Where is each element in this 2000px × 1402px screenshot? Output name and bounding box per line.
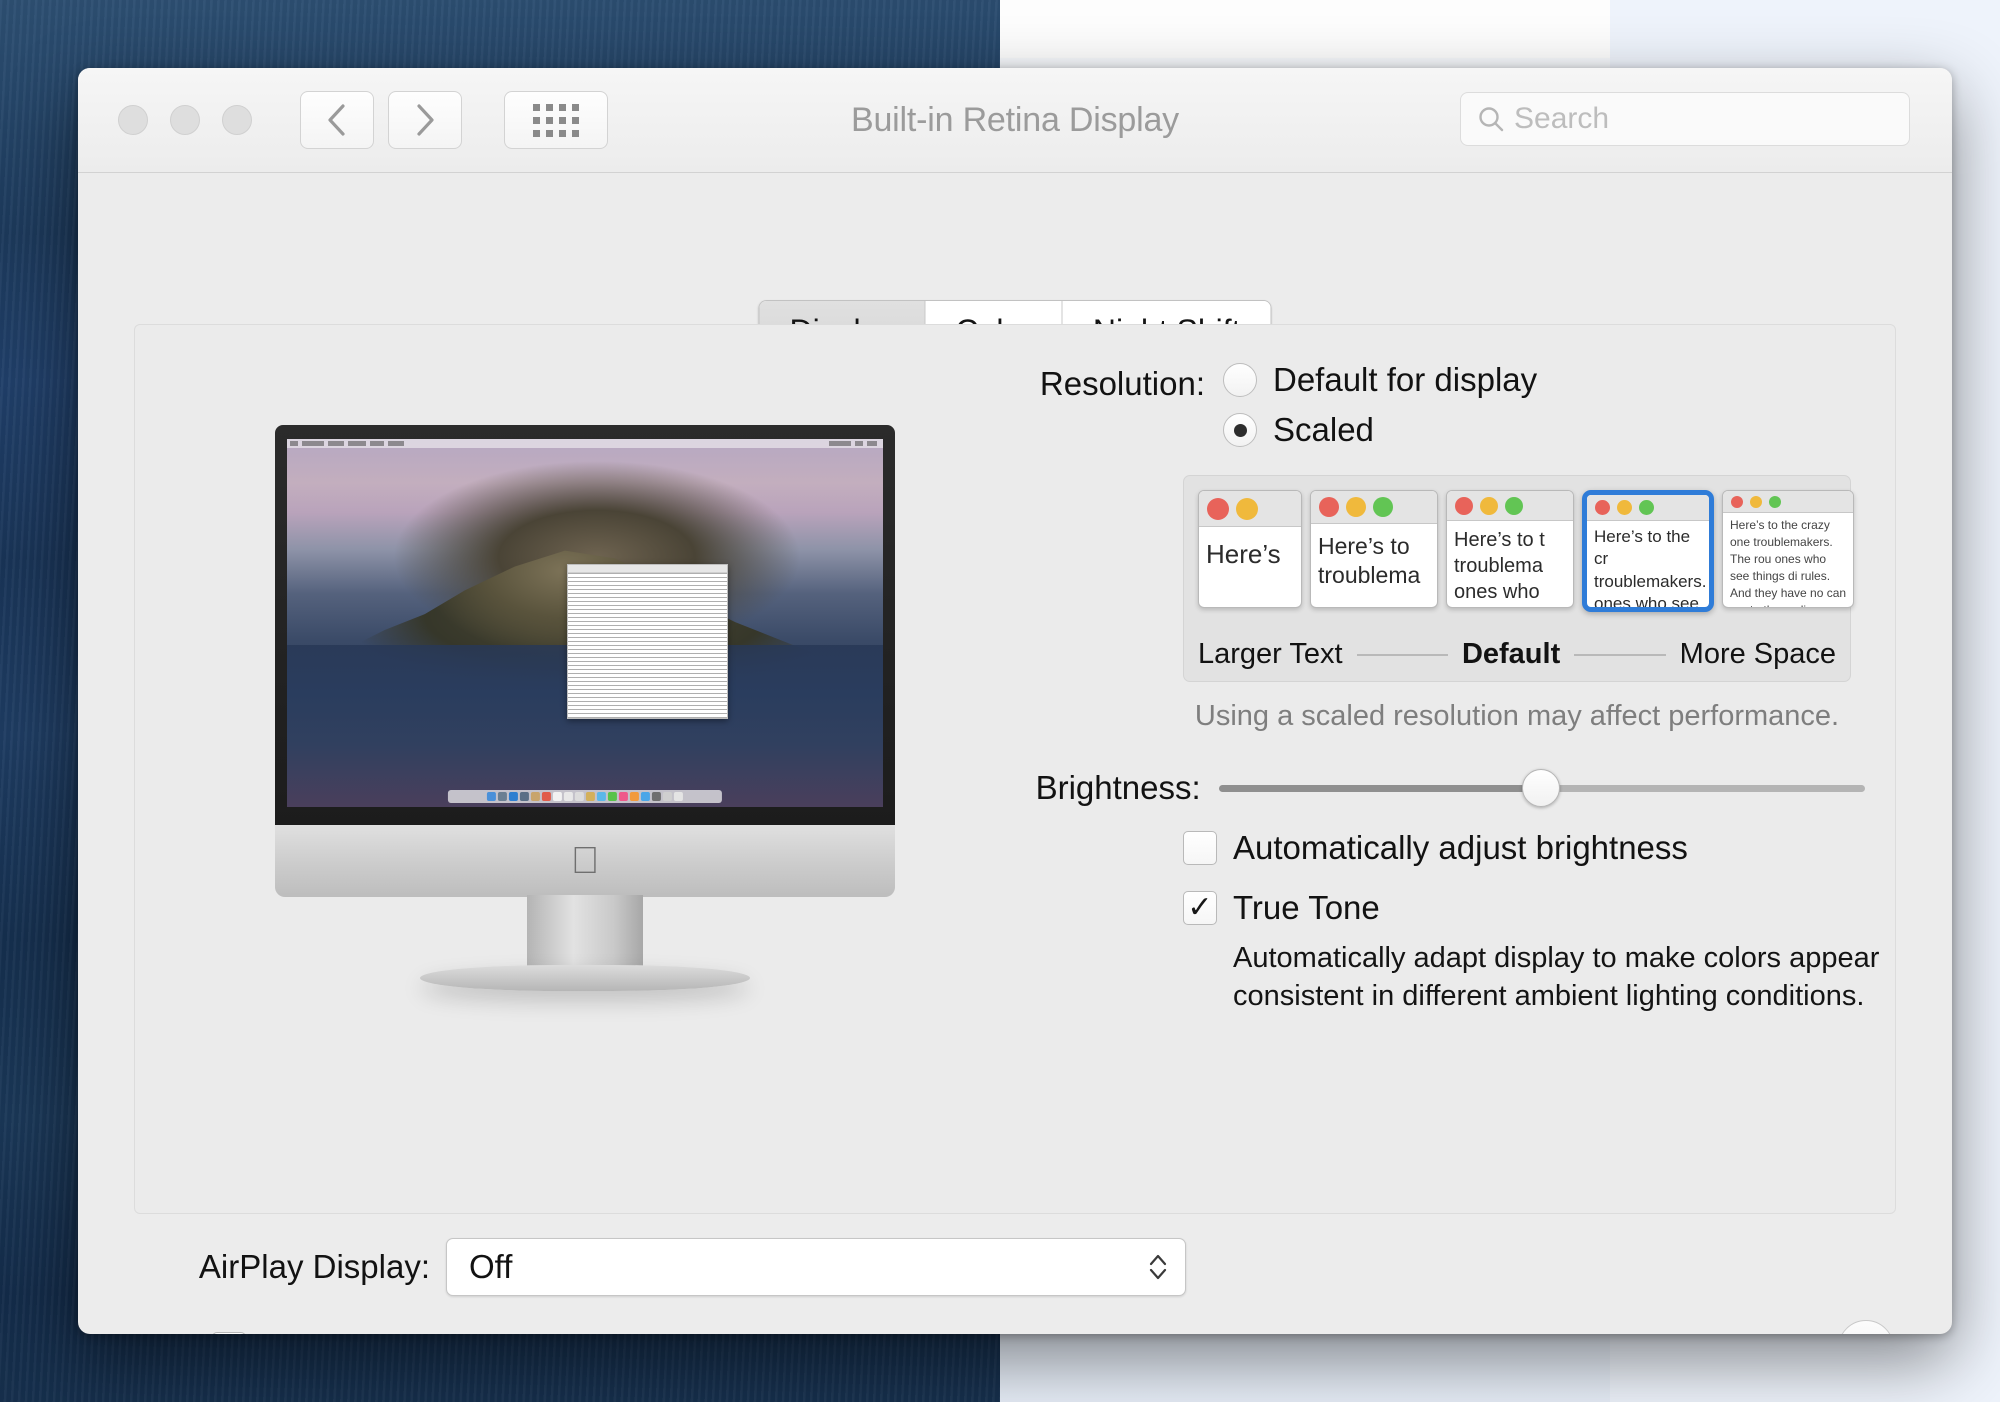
radio-button-default[interactable] [1223,363,1257,397]
display-bezel [275,425,895,831]
navigation-buttons [300,91,462,149]
brightness-slider-knob[interactable] [1522,769,1561,807]
resolution-option-2[interactable]: Here’s to t troublema ones who [1446,490,1574,608]
scale-label-larger-text: Larger Text [1198,638,1343,670]
stepper-icon [1147,1252,1169,1282]
show-all-button[interactable] [504,91,608,149]
scale-label-more-space: More Space [1679,638,1837,670]
imac-chin:  [275,825,895,897]
resolution-option-2-text: Here’s to t troublema ones who [1454,529,1545,603]
brightness-slider[interactable] [1218,769,1865,807]
airplay-label: AirPlay Display: [198,1248,430,1285]
window-titlebar: Built-in Retina Display Search [78,68,1952,173]
resolution-option-3-text: Here’s to the cr troublemakers. ones who… [1594,527,1707,612]
preview-menubar [287,439,883,448]
radio-default-for-display[interactable]: Default for display [1223,361,1537,399]
radio-scaled[interactable]: Scaled [1223,411,1537,449]
true-tone-description: Automatically adapt display to make colo… [1233,942,1880,1013]
true-tone-label: True Tone [1233,889,1380,926]
display-options-column: Resolution: Default for display Scaled H… [995,361,1880,1016]
textedit-window-preview [567,564,729,719]
apple-logo-icon:  [571,842,600,880]
true-tone-checkbox-row[interactable]: ✓ True Tone [1183,889,1865,927]
mirroring-checkbox-row[interactable]: Show mirroring options in the menu bar w… [212,1330,1067,1334]
airplay-display-select[interactable]: Off [446,1238,1186,1296]
chevron-up-down-icon [1149,1254,1167,1280]
display-preferences-window: Built-in Retina Display Search Display C… [78,68,1952,1334]
airplay-selected-value: Off [469,1248,513,1285]
radio-label-scaled: Scaled [1273,411,1374,448]
resolution-option-4[interactable]: Here’s to the crazy one troublemakers. T… [1722,490,1854,608]
scaled-resolution-chooser: Here’s Here’s to troublema Here’s to t t… [1183,475,1854,682]
search-icon [1479,107,1504,132]
desktop-wallpaper: Built-in Retina Display Search Display C… [0,0,2000,1402]
close-button[interactable] [118,105,148,135]
resolution-option-1[interactable]: Here’s to troublema [1310,490,1438,608]
mirroring-checkbox[interactable] [212,1332,246,1334]
scale-axis-line-left [1356,653,1448,656]
resolution-option-0[interactable]: Here’s [1198,490,1302,608]
search-placeholder: Search [1514,102,1610,135]
airplay-display-row: AirPlay Display: Off [78,1238,1952,1296]
resolution-option-3[interactable]: Here’s to the cr troublemakers. ones who… [1582,490,1714,612]
imac-stand-foot [420,965,750,991]
brightness-row: Brightness: [995,769,1865,807]
auto-brightness-checkbox-row[interactable]: Automatically adjust brightness [1183,829,1865,867]
scale-label-default: Default [1461,638,1561,670]
performance-note: Using a scaled resolution may affect per… [1194,700,1840,732]
resolution-option-4-text: Here’s to the crazy one troublemakers. T… [1730,518,1847,607]
resolution-row: Resolution: Default for display Scaled [995,361,1865,461]
mirroring-label: Show mirroring options in the menu bar w… [264,1330,1067,1334]
display-settings-panel:  Resolution: Default for display [134,324,1896,1214]
traffic-lights [118,105,252,135]
zoom-button[interactable] [222,105,252,135]
chevron-right-icon [417,104,434,136]
scale-axis-line-right [1574,653,1666,656]
true-tone-checkbox[interactable]: ✓ [1183,891,1217,925]
brightness-label: Brightness: [1035,769,1201,806]
preview-window-text [568,573,728,718]
resolution-option-0-text: Here’s [1206,539,1281,569]
imac-stand-neck [527,895,643,973]
minimize-button[interactable] [170,105,200,135]
back-button[interactable] [300,91,374,149]
resolution-option-1-text: Here’s to troublema [1318,533,1421,588]
imac-display-preview:  [275,425,895,991]
radio-label-default: Default for display [1273,361,1538,398]
chevron-left-icon [328,104,345,136]
resolution-label: Resolution: [1039,365,1205,402]
auto-brightness-label: Automatically adjust brightness [1233,829,1688,866]
help-button[interactable]: ? [1838,1320,1894,1334]
background-window-strip [1000,0,1610,58]
desktop-preview-screen [287,439,883,807]
preview-window-titlebar [568,565,728,574]
radio-button-scaled[interactable] [1223,413,1257,447]
auto-brightness-checkbox[interactable] [1183,831,1217,865]
grid-icon [533,103,579,137]
scale-axis-labels: Larger Text Default More Space [1198,638,1836,671]
search-field[interactable]: Search [1460,92,1910,146]
preview-dock [447,790,723,803]
forward-button[interactable] [388,91,462,149]
resolution-thumbnail-list: Here’s Here’s to troublema Here’s to t t… [1198,490,1854,628]
